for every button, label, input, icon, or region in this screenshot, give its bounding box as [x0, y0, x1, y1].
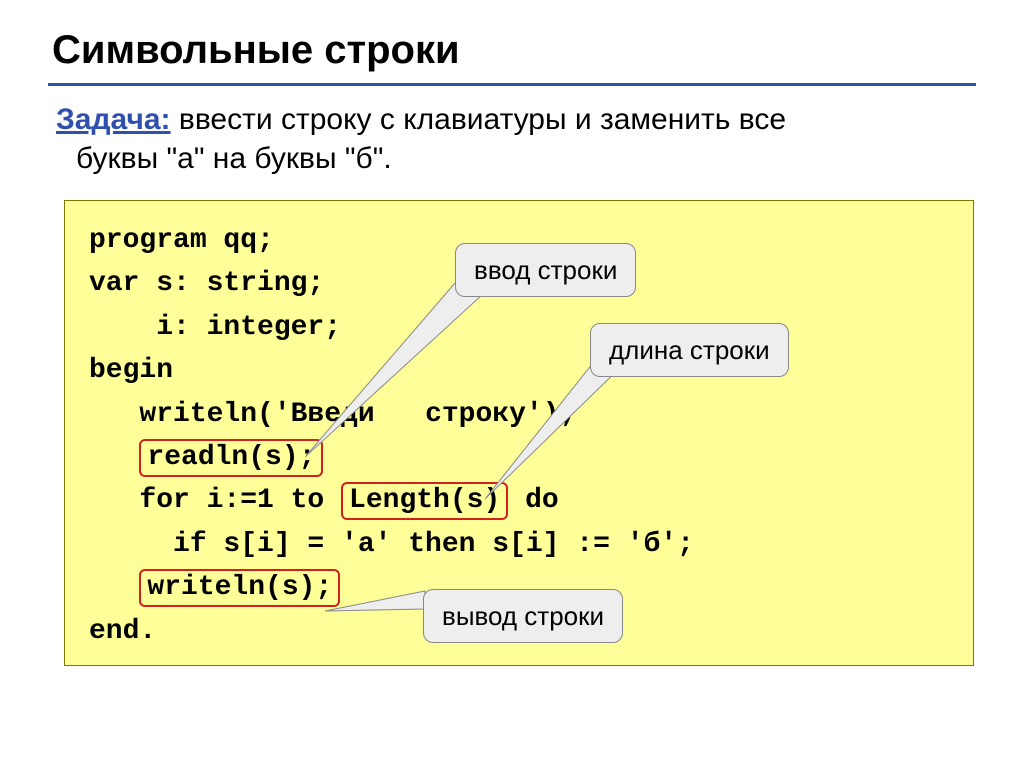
task-text-1: ввести строку с клавиатуры и заменить вс… [171, 103, 786, 136]
code-line-8: if s[i] = 'а' then s[i] := 'б'; [89, 523, 949, 566]
task-label: Задача: [56, 103, 171, 136]
readln-highlight: readln(s); [139, 439, 323, 477]
callout-length: длина строки [590, 323, 789, 377]
code-line-3: i: integer; [89, 306, 949, 349]
task-description: Задача: ввести строку с клавиатуры и зам… [56, 100, 976, 178]
pointer-length [485, 359, 625, 499]
callout-input: ввод строки [455, 243, 636, 297]
pointer-input [305, 277, 495, 457]
title-rule [48, 83, 976, 86]
callout-output: вывод строки [423, 589, 623, 643]
length-highlight: Length(s) [341, 482, 508, 520]
page-title: Символьные строки [52, 28, 976, 73]
writeln-highlight: writeln(s); [139, 569, 340, 607]
task-text-2: буквы "а" на буквы "б". [76, 142, 392, 175]
code-block: program qq; var s: string; i: integer; b… [64, 200, 974, 666]
